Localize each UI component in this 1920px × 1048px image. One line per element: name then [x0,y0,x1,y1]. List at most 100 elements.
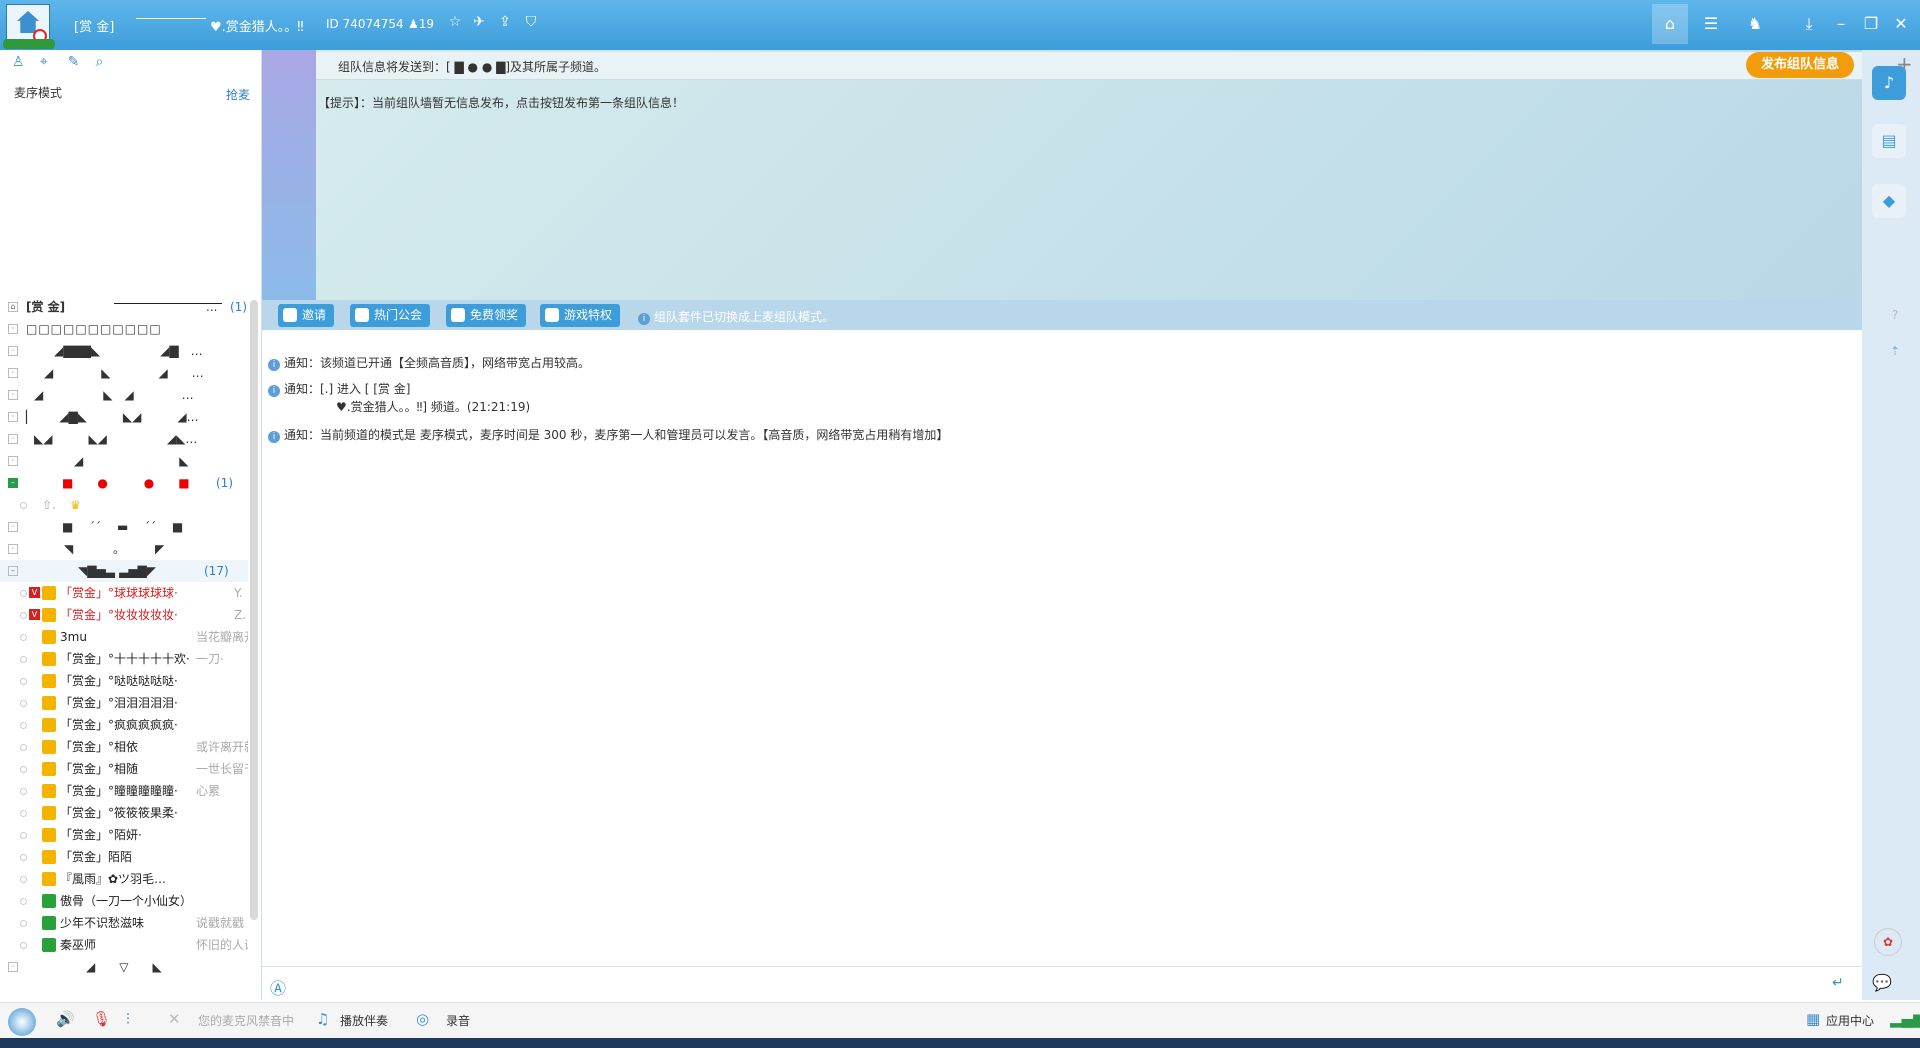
maximize-button[interactable]: ❐ [1856,10,1886,38]
airplane-icon[interactable]: ✈ [470,14,488,30]
user-row[interactable]: 傲骨（一刀一个小仙女）♛ [0,890,248,912]
chat-bubble-icon[interactable]: 💬 [1872,973,1892,992]
tree-subchannel[interactable]: · ◥ 。 ◤ [0,538,248,560]
expand-toggle[interactable]: · [8,324,18,334]
user-role-icon [42,916,56,930]
expand-toggle[interactable]: · [8,522,18,532]
download-icon[interactable]: ⤓ [1794,10,1824,38]
gamepad-icon[interactable]: ♞ [1740,10,1770,38]
invite-button[interactable]: 邀请 [278,304,335,327]
record-button[interactable]: 录音 [446,1012,470,1029]
tree-subchannel[interactable]: · □□□□□□□□□□□ [0,318,248,340]
tree-root[interactable]: ⌂ [赏 金] ――――――――― ... (1) [0,296,248,318]
chat-input[interactable] [262,966,1862,1002]
collapse-toggle[interactable]: – [8,566,18,576]
tree-subchannel[interactable]: · ◢ ◣ ◢ … [0,362,248,384]
expand-toggle[interactable]: · [8,544,18,554]
user-row[interactable]: 「赏金」°疯疯疯疯疯·♛ [0,714,248,736]
user-signature: Z. [234,608,247,622]
user-row[interactable]: 「赏金」°泪泪泪泪泪·♛ [0,692,248,714]
scroll-up-icon[interactable]: ⇡ [1890,344,1900,358]
app-center-button[interactable]: 应用中心 [1826,1012,1874,1029]
send-icon[interactable]: ↵ [1832,975,1844,991]
expand-toggle[interactable]: · [8,390,18,400]
edit-icon[interactable]: ✎ [68,54,86,70]
user-role-icon [42,608,56,622]
user-row[interactable]: V「赏金」°球球球球球·♛Y. [0,582,248,604]
user-role-icon [42,586,56,600]
tree-subchannel[interactable]: · ◣◢ ◣◢ ◢◣… [0,428,248,450]
tree-subchannel[interactable]: · ◢ ▽ ◣ [0,956,248,978]
art-row: ◥ 。 ◤ [64,542,165,556]
info-icon: i [268,359,280,371]
status-dot [20,766,27,773]
user-row[interactable]: 「赏金」°陌妍·♛ [0,824,248,846]
tree-group-main[interactable]: – ◥▇▅▃ ▃▅▇◤ (17) [0,560,248,582]
favorite-star-icon[interactable]: ☆ [446,14,464,30]
minimize-button[interactable]: – [1826,10,1856,38]
play-accompany-button[interactable]: 播放伴奏 [340,1012,388,1029]
channel-name: [赏 金] [74,20,115,35]
speaker-icon[interactable]: 🔊 [56,1010,75,1028]
mic-banned-label: 您的麦克风禁音中 [198,1014,295,1028]
expand-toggle[interactable]: · [8,962,18,972]
tree-subchannel[interactable]: · ■ ˊˊ ▬ ˊˊ ■ [0,516,248,538]
free-prize-button[interactable]: 免费领奖 [446,304,527,327]
left-toolbar: ♙ ⌖ ✎ ⌕ [12,54,119,74]
user-row[interactable]: 「赏金」°瞳瞳瞳瞳瞳·♛心累 [0,780,248,802]
home-button[interactable]: ⌂ [1652,4,1688,44]
equalizer-icon[interactable]: ⫶ [126,1010,130,1028]
publish-team-info-button[interactable]: 发布组队信息 [1746,52,1854,78]
tree-subchannel[interactable]: · ▏ ◢▇◣ ◣◢ ◢… [0,406,248,428]
user-row[interactable]: 「赏金」°相随♛一世长留千 [0,758,248,780]
user-role-icon [42,872,56,886]
tree-scrollbar[interactable] [250,300,258,920]
user-row[interactable]: 3mu♛当花瓣离开花朵，飘香何否 [0,626,248,648]
flower-icon[interactable]: ✿ [1874,928,1902,956]
user-row[interactable]: 「赏金」°相依♛或许离开就 [0,736,248,758]
mode-notice-text: 组队套件已切换成上麦组队模式。 [654,310,835,324]
list-icon[interactable]: ☰ [1696,10,1726,38]
user-row[interactable]: 『風雨』✿ツ羽毛…♛ [0,868,248,890]
tree-subchannel[interactable]: · ◢▇▇▇◣ ◢▇ … [0,340,248,362]
expand-toggle[interactable]: · [8,368,18,378]
diamond-icon[interactable]: ◆ [1872,184,1906,218]
add-icon[interactable]: + [1896,52,1913,76]
user-role-icon [42,828,56,842]
shield-icon[interactable]: ⛉ [522,14,540,30]
free-prize-label: 免费领奖 [470,308,519,322]
collapse-toggle[interactable]: – [8,478,18,488]
user-row[interactable]: 「赏金」°十十十十十欢·♛一刀· [0,648,248,670]
help-icon[interactable]: ? [1892,308,1898,322]
game-privilege-button[interactable]: 游戏特权 [540,304,621,327]
user-row[interactable]: V「赏金」°妆妆妆妆妆·♛Z. [0,604,248,626]
hot-guild-button[interactable]: 热门公会 [350,304,431,327]
user-signature: 心累 [196,784,221,798]
notice-message: i 通知：[.] 进入 [ [赏 金] [268,380,410,397]
expand-toggle[interactable]: · [8,434,18,444]
user-row[interactable]: 「赏金」°哒哒哒哒哒·♛ [0,670,248,692]
expand-toggle[interactable]: · [8,346,18,356]
user-row[interactable]: 少年不识愁滋味♛说戳就戳 [0,912,248,934]
search-icon[interactable]: ⌕ [95,54,113,70]
expand-toggle[interactable]: · [8,456,18,466]
tree-subchannel[interactable]: · ◢ ◣ [0,450,248,472]
close-button[interactable]: ✕ [1886,10,1916,38]
user-row[interactable]: 「赏金」陌陌♛ [0,846,248,868]
location-icon[interactable]: ⌖ [40,54,58,70]
user-row[interactable]: 「赏金」°筱筱筱果柔·♛ [0,802,248,824]
tree-user[interactable]: ⇧. ♛ [0,494,248,516]
film-icon[interactable]: ▤ [1872,124,1906,158]
app-orb-icon[interactable] [8,1008,36,1036]
user-row[interactable]: 秦巫师♛怀旧的人话的贷 [0,934,248,956]
person-icon[interactable]: ♙ [12,54,30,70]
app-logo[interactable] [3,4,55,49]
mic-muted-icon[interactable]: 🎙 [92,1010,111,1028]
expand-toggle[interactable]: · [8,412,18,422]
grab-mic-link[interactable]: 抢麦 [226,86,250,103]
tree-subchannel[interactable]: · ◢ ◣ ◢ … [0,384,248,406]
font-style-icon[interactable]: Ⓐ [270,975,286,999]
subchannel-name: □□□□□□□□□□□ [26,322,162,336]
share-icon[interactable]: ⇪ [496,14,514,30]
tree-group-red[interactable]: – ■ ● ● ■ (1) [0,472,248,494]
